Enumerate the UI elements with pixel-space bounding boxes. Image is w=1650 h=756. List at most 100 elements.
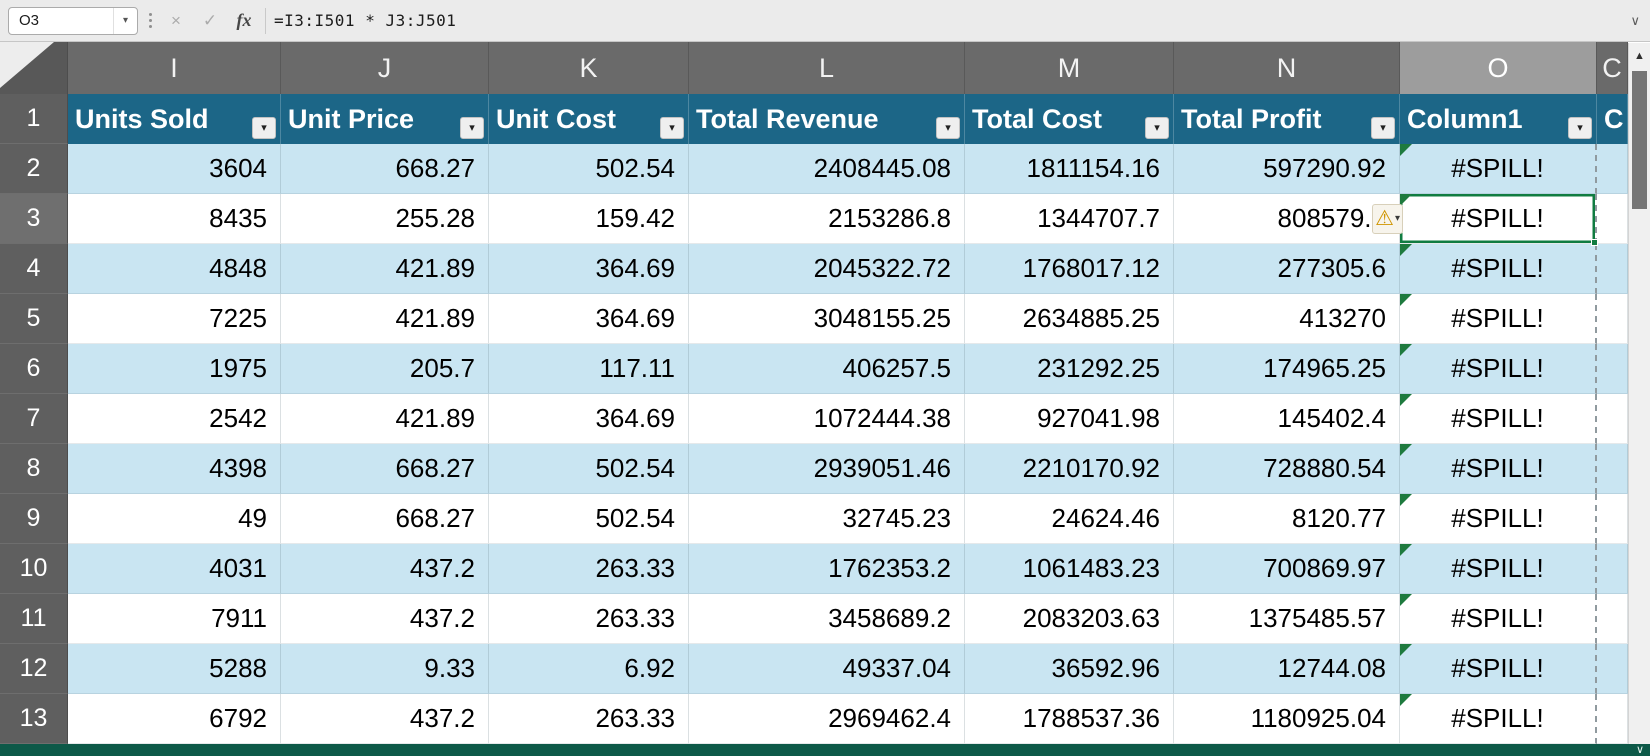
cell-N5[interactable]: 413270: [1174, 294, 1400, 344]
header-cell-K1[interactable]: Unit Cost ▾: [489, 94, 689, 144]
cell-J2[interactable]: 668.27: [281, 144, 489, 194]
column-header-I[interactable]: I: [68, 42, 281, 94]
cell-M11[interactable]: 2083203.63: [965, 594, 1174, 644]
cancel-icon[interactable]: ×: [163, 11, 189, 31]
cell-I4[interactable]: 4848: [68, 244, 281, 294]
cell-O7[interactable]: #SPILL!: [1400, 394, 1597, 444]
vertical-scrollbar[interactable]: ▲: [1628, 43, 1650, 744]
cell-O13[interactable]: #SPILL!: [1400, 694, 1597, 744]
cell-I6[interactable]: 1975: [68, 344, 281, 394]
column-header-O[interactable]: O: [1400, 42, 1597, 94]
cell-O9[interactable]: #SPILL!: [1400, 494, 1597, 544]
column-header-K[interactable]: K: [489, 42, 689, 94]
header-cell-C1[interactable]: C: [1597, 94, 1628, 144]
cell-C12[interactable]: [1597, 644, 1628, 694]
column-header-M[interactable]: M: [965, 42, 1174, 94]
row-header-13[interactable]: 13: [0, 694, 68, 744]
filter-button[interactable]: ▾: [936, 117, 960, 139]
row-header-4[interactable]: 4: [0, 244, 68, 294]
cell-M6[interactable]: 231292.25: [965, 344, 1174, 394]
cell-L6[interactable]: 406257.5: [689, 344, 965, 394]
row-header-12[interactable]: 12: [0, 644, 68, 694]
cell-J13[interactable]: 437.2: [281, 694, 489, 744]
filter-button[interactable]: ▾: [1145, 117, 1169, 139]
cell-O8[interactable]: #SPILL!: [1400, 444, 1597, 494]
cell-O4[interactable]: #SPILL!: [1400, 244, 1597, 294]
column-header-J[interactable]: J: [281, 42, 489, 94]
header-cell-N1[interactable]: Total Profit ▾: [1174, 94, 1400, 144]
cell-N4[interactable]: 277305.6: [1174, 244, 1400, 294]
cell-M9[interactable]: 24624.46: [965, 494, 1174, 544]
cell-N10[interactable]: 700869.97: [1174, 544, 1400, 594]
cell-N2[interactable]: 597290.92: [1174, 144, 1400, 194]
cell-J7[interactable]: 421.89: [281, 394, 489, 444]
fill-handle[interactable]: [1591, 239, 1598, 246]
cell-M5[interactable]: 2634885.25: [965, 294, 1174, 344]
cell-L5[interactable]: 3048155.25: [689, 294, 965, 344]
cell-L9[interactable]: 32745.23: [689, 494, 965, 544]
cell-C5[interactable]: [1597, 294, 1628, 344]
row-header-8[interactable]: 8: [0, 444, 68, 494]
cell-L2[interactable]: 2408445.08: [689, 144, 965, 194]
cell-J12[interactable]: 9.33: [281, 644, 489, 694]
row-header-3[interactable]: 3: [0, 194, 68, 244]
row-header-1[interactable]: 1: [0, 94, 68, 144]
bottom-chevron-icon[interactable]: ∨: [1636, 744, 1644, 756]
name-box-dropdown-icon[interactable]: ▾: [113, 7, 137, 34]
scrollbar-thumb[interactable]: [1632, 71, 1647, 209]
cell-C13[interactable]: [1597, 694, 1628, 744]
cell-L11[interactable]: 3458689.2: [689, 594, 965, 644]
enter-icon[interactable]: ✓: [197, 11, 223, 31]
name-box[interactable]: O3 ▾: [8, 6, 138, 35]
cell-L12[interactable]: 49337.04: [689, 644, 965, 694]
cell-J8[interactable]: 668.27: [281, 444, 489, 494]
cell-K7[interactable]: 364.69: [489, 394, 689, 444]
column-header-L[interactable]: L: [689, 42, 965, 94]
cell-N8[interactable]: 728880.54: [1174, 444, 1400, 494]
cell-O6[interactable]: #SPILL!: [1400, 344, 1597, 394]
cell-I3[interactable]: 8435: [68, 194, 281, 244]
cell-O2[interactable]: #SPILL!: [1400, 144, 1597, 194]
scroll-up-icon[interactable]: ▲: [1629, 43, 1650, 69]
cell-L13[interactable]: 2969462.4: [689, 694, 965, 744]
cell-N13[interactable]: 1180925.04: [1174, 694, 1400, 744]
filter-button[interactable]: ▾: [460, 117, 484, 139]
cell-K3[interactable]: 159.42: [489, 194, 689, 244]
cell-O3[interactable]: #SPILL!: [1400, 194, 1598, 246]
cell-I10[interactable]: 4031: [68, 544, 281, 594]
cell-M10[interactable]: 1061483.23: [965, 544, 1174, 594]
cell-K5[interactable]: 364.69: [489, 294, 689, 344]
cell-K2[interactable]: 502.54: [489, 144, 689, 194]
row-header-2[interactable]: 2: [0, 144, 68, 194]
cell-I8[interactable]: 4398: [68, 444, 281, 494]
cell-C8[interactable]: [1597, 444, 1628, 494]
header-cell-M1[interactable]: Total Cost ▾: [965, 94, 1174, 144]
select-all-button[interactable]: [0, 42, 68, 94]
row-header-6[interactable]: 6: [0, 344, 68, 394]
cell-L10[interactable]: 1762353.2: [689, 544, 965, 594]
header-cell-O1[interactable]: Column1 ▾: [1400, 94, 1597, 144]
header-cell-L1[interactable]: Total Revenue ▾: [689, 94, 965, 144]
cell-M4[interactable]: 1768017.12: [965, 244, 1174, 294]
formula-bar-expand-icon[interactable]: ∨: [1628, 13, 1642, 29]
cell-C2[interactable]: [1597, 144, 1628, 194]
cell-C3[interactable]: [1597, 194, 1628, 244]
filter-button[interactable]: ▾: [252, 117, 276, 139]
cell-M12[interactable]: 36592.96: [965, 644, 1174, 694]
column-header-N[interactable]: N: [1174, 42, 1400, 94]
cell-M2[interactable]: 1811154.16: [965, 144, 1174, 194]
cell-N7[interactable]: 145402.4: [1174, 394, 1400, 444]
cell-M7[interactable]: 927041.98: [965, 394, 1174, 444]
cell-L3[interactable]: 2153286.8: [689, 194, 965, 244]
cell-I5[interactable]: 7225: [68, 294, 281, 344]
formula-input[interactable]: =I3:I501 * J3:J501: [274, 0, 1620, 41]
cell-K10[interactable]: 263.33: [489, 544, 689, 594]
filter-button[interactable]: ▾: [1568, 117, 1592, 139]
cell-M8[interactable]: 2210170.92: [965, 444, 1174, 494]
cell-J3[interactable]: 255.28: [281, 194, 489, 244]
cell-C9[interactable]: [1597, 494, 1628, 544]
cell-J9[interactable]: 668.27: [281, 494, 489, 544]
insert-function-icon[interactable]: fx: [231, 10, 257, 31]
header-cell-I1[interactable]: Units Sold ▾: [68, 94, 281, 144]
header-cell-J1[interactable]: Unit Price ▾: [281, 94, 489, 144]
